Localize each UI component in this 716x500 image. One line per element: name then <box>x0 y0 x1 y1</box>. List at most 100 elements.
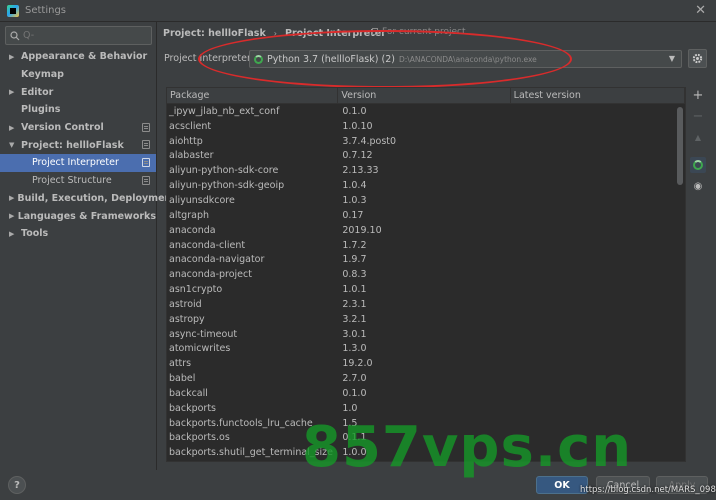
sidebar-item-project-interpreter[interactable]: Project Interpreter <box>0 154 156 172</box>
package-version-cell: 0.7.12 <box>342 150 373 162</box>
table-row[interactable]: babel 2.7.0 <box>167 371 685 386</box>
interpreter-dropdown[interactable]: Python 3.7 (hellloFlask) (2) D:\ANACONDA… <box>249 50 682 68</box>
chevron-right-icon[interactable]: ▶ <box>9 212 15 220</box>
column-header-latest-version[interactable]: Latest version <box>511 88 685 104</box>
table-row[interactable]: anaconda-project 0.8.3 <box>167 267 685 282</box>
breadcrumb-project[interactable]: Project: hellloFlask <box>163 28 266 39</box>
package-toolbar: + − ▲ ◉ <box>687 87 709 199</box>
package-version-cell: 1.5 <box>342 417 358 429</box>
table-row[interactable]: aliyun-python-sdk-core 2.13.33 <box>167 163 685 178</box>
vertical-scrollbar[interactable] <box>677 107 683 185</box>
package-version-cell: 1.0.3 <box>342 194 367 206</box>
package-name-cell: anaconda-navigator <box>169 254 265 266</box>
package-name-cell: asn1crypto <box>169 284 223 296</box>
package-version-cell: 3.0.1 <box>342 328 367 340</box>
sidebar-item-keymap[interactable]: Keymap <box>0 66 156 84</box>
package-name-cell: backports.shutil_get_terminal_size <box>169 447 333 459</box>
sidebar-item-tools[interactable]: ▶ Tools <box>0 225 156 243</box>
chevron-right-icon[interactable]: ▶ <box>9 230 18 238</box>
source-url-watermark: https://blog.csdn.net/MARS_098 <box>580 485 716 495</box>
chevron-right-icon[interactable]: ▶ <box>9 124 18 132</box>
table-row[interactable]: aliyun-python-sdk-geoip 1.0.4 <box>167 178 685 193</box>
table-row[interactable]: acsclient 1.0.10 <box>167 119 685 134</box>
package-name-cell: async-timeout <box>169 328 238 340</box>
table-row[interactable]: aiohttp 3.7.4.post0 <box>167 134 685 149</box>
package-version-cell: 2.13.33 <box>342 165 379 177</box>
table-row[interactable]: backcall 0.1.0 <box>167 386 685 401</box>
table-row[interactable]: async-timeout 3.0.1 <box>167 327 685 342</box>
chevron-right-icon[interactable]: ▶ <box>9 194 14 202</box>
package-name-cell: alabaster <box>169 150 214 162</box>
title-bar: Settings ✕ <box>0 0 716 22</box>
project-scope-icon <box>142 158 150 168</box>
breadcrumb-separator: › <box>273 28 277 38</box>
package-name-cell: atomicwrites <box>169 343 231 355</box>
sidebar-item-appearance-behavior[interactable]: ▶ Appearance & Behavior <box>0 48 156 66</box>
scope-note: For current project <box>372 27 466 37</box>
table-row[interactable]: backports.os 0.1.1 <box>167 431 685 446</box>
interpreter-label: Project Interpreter: <box>164 53 254 64</box>
package-name-cell: backports <box>169 402 216 414</box>
help-button[interactable]: ? <box>8 476 26 494</box>
table-row[interactable]: anaconda 2019.10 <box>167 223 685 238</box>
sidebar-item-version-control[interactable]: ▶ Version Control <box>0 119 156 137</box>
upgrade-package-button[interactable]: ▲ <box>690 129 706 145</box>
sidebar-item-label: Project Interpreter <box>32 157 119 169</box>
sidebar-item-project-structure[interactable]: Project Structure <box>0 172 156 190</box>
table-row[interactable]: astropy 3.2.1 <box>167 312 685 327</box>
search-input[interactable] <box>23 30 143 41</box>
table-row[interactable]: alabaster 0.7.12 <box>167 149 685 164</box>
main-panel: Project: hellloFlask › Project Interpret… <box>158 22 716 470</box>
table-row[interactable]: aliyunsdkcore 1.0.3 <box>167 193 685 208</box>
chevron-right-icon[interactable]: ▶ <box>9 53 18 61</box>
table-row[interactable]: backports.functools_lru_cache 1.5 <box>167 416 685 431</box>
package-version-cell: 0.8.3 <box>342 269 367 281</box>
add-package-button[interactable]: + <box>690 87 706 103</box>
sidebar-item-languages-frameworks[interactable]: ▶ Languages & Frameworks <box>0 207 156 225</box>
sidebar-item-plugins[interactable]: Plugins <box>0 101 156 119</box>
package-version-cell: 1.0.10 <box>342 120 373 132</box>
table-row[interactable]: altgraph 0.17 <box>167 208 685 223</box>
table-row[interactable]: attrs 19.2.0 <box>167 356 685 371</box>
window-title: Settings <box>25 5 67 16</box>
package-name-cell: anaconda-project <box>169 269 252 281</box>
table-row[interactable]: astroid 2.3.1 <box>167 297 685 312</box>
column-header-package[interactable]: Package <box>167 88 339 104</box>
table-row[interactable]: asn1crypto 1.0.1 <box>167 282 685 297</box>
package-name-cell: astropy <box>169 313 205 325</box>
sidebar-item-editor[interactable]: ▶ Editor <box>0 83 156 101</box>
package-name-cell: aliyunsdkcore <box>169 194 235 206</box>
table-row[interactable]: anaconda-navigator 1.9.7 <box>167 252 685 267</box>
column-header-version[interactable]: Version <box>338 88 511 104</box>
table-row[interactable]: backports 1.0 <box>167 401 685 416</box>
table-row[interactable]: anaconda-client 1.7.2 <box>167 238 685 253</box>
package-version-cell: 1.0.0 <box>342 447 367 459</box>
package-name-cell: backcall <box>169 387 208 399</box>
package-name-cell: backports.os <box>169 432 230 444</box>
package-version-cell: 2.7.0 <box>342 373 367 385</box>
chevron-down-icon[interactable]: ▼ <box>9 141 18 149</box>
chevron-right-icon[interactable]: ▶ <box>9 88 18 96</box>
sidebar-item-label: Languages & Frameworks <box>17 210 156 222</box>
sidebar-item-project-hellloflask[interactable]: ▼ Project: hellloFlask <box>0 136 156 154</box>
table-row[interactable]: backports.shutil_get_terminal_size 1.0.0 <box>167 445 685 460</box>
table-row[interactable]: _ipyw_jlab_nb_ext_conf 0.1.0 <box>167 104 685 119</box>
table-row[interactable]: atomicwrites 1.3.0 <box>167 342 685 357</box>
project-scope-icon <box>142 122 150 132</box>
remove-package-button[interactable]: − <box>690 108 706 124</box>
chevron-down-icon[interactable]: ▼ <box>669 54 675 63</box>
sidebar-item-label: Keymap <box>21 69 64 81</box>
interpreter-settings-button[interactable] <box>688 49 707 68</box>
package-name-cell: altgraph <box>169 209 209 221</box>
package-name-cell: anaconda <box>169 224 216 236</box>
sidebar-item-build-execution-deployment[interactable]: ▶ Build, Execution, Deployment <box>0 190 176 208</box>
package-version-cell: 1.9.7 <box>342 254 367 266</box>
show-early-releases-eye-icon[interactable]: ◉ <box>690 178 706 194</box>
package-name-cell: acsclient <box>169 120 212 132</box>
copy-icon <box>372 28 378 35</box>
pycharm-logo-icon <box>7 4 19 17</box>
package-name-cell: backports.functools_lru_cache <box>169 417 313 429</box>
sidebar-item-label: Tools <box>21 228 49 240</box>
settings-search-field[interactable] <box>5 26 152 45</box>
close-icon[interactable]: ✕ <box>695 3 706 18</box>
